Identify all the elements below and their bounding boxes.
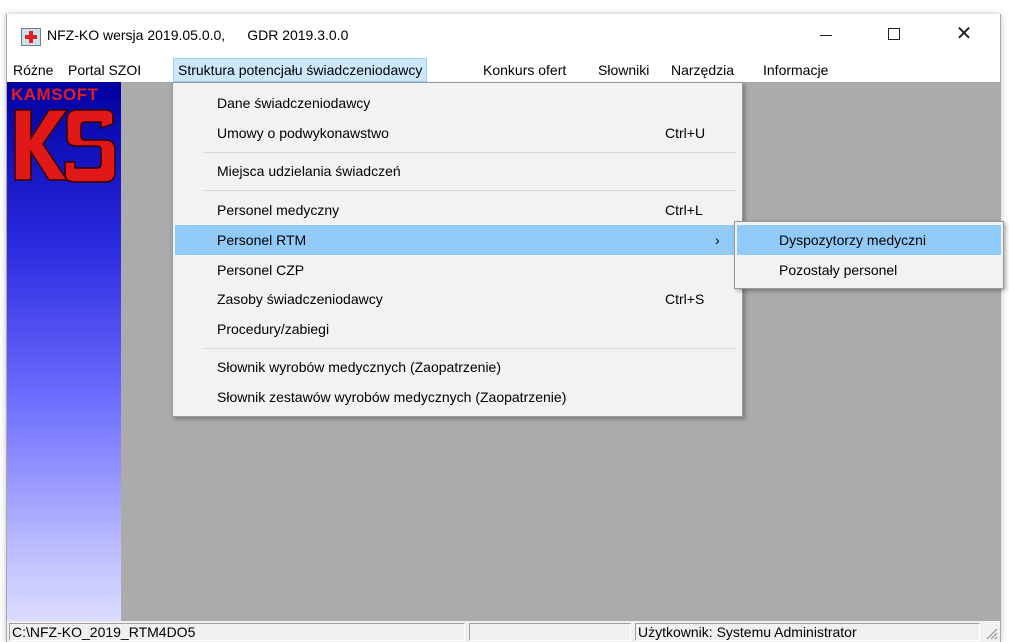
- title-bar: NFZ-KO wersja 2019.05.0.0, GDR 2019.3.0.0…: [7, 14, 1000, 58]
- menu-item-zasoby[interactable]: Zasoby świadczeniodawcy Ctrl+S: [175, 284, 740, 314]
- maximize-icon: [888, 28, 900, 40]
- status-user: Użytkownik: Systemu Administrator: [635, 623, 980, 641]
- close-icon: ✕: [955, 23, 973, 45]
- maximize-button[interactable]: [871, 14, 917, 54]
- menu-rozne[interactable]: Różne: [13, 58, 53, 82]
- submenu-personel-rtm: Dyspozytorzy medyczni Pozostały personel: [734, 221, 1004, 289]
- minimize-icon: [820, 35, 832, 36]
- window-title: NFZ-KO wersja 2019.05.0.0, GDR 2019.3.0.0: [47, 27, 348, 43]
- menu-item-label: Personel medyczny: [217, 202, 340, 218]
- menu-item-label: Słownik wyrobów medycznych (Zaopatrzenie…: [217, 359, 501, 375]
- menu-item-slownik-wyrobow[interactable]: Słownik wyrobów medycznych (Zaopatrzenie…: [175, 352, 740, 382]
- app-title: NFZ-KO wersja 2019.05.0.0,: [47, 27, 226, 43]
- menu-item-shortcut: Ctrl+S: [665, 291, 705, 307]
- menu-item-procedury[interactable]: Procedury/zabiegi: [175, 314, 740, 344]
- submenu-item-pozostaly[interactable]: Pozostały personel: [737, 255, 1001, 285]
- menu-struktura[interactable]: Struktura potencjału świadczeniodawcy: [173, 58, 428, 82]
- resize-grip-icon[interactable]: [984, 626, 998, 640]
- menu-item-label: Umowy o podwykonawstwo: [217, 125, 389, 141]
- minimize-button[interactable]: [803, 14, 849, 54]
- ks-logo-icon: [14, 109, 116, 183]
- menu-item-miejsca[interactable]: Miejsca udzielania świadczeń: [175, 156, 740, 186]
- menu-informacje[interactable]: Informacje: [763, 58, 828, 82]
- menu-separator: [203, 348, 736, 349]
- menu-separator: [203, 152, 736, 153]
- menu-narzedzia[interactable]: Narzędzia: [671, 58, 734, 82]
- submenu-item-dyspozytorzy[interactable]: Dyspozytorzy medyczni: [737, 225, 1001, 255]
- kamsoft-logo-text: KAMSOFT: [11, 85, 99, 104]
- menu-item-label: Personel RTM: [217, 232, 307, 248]
- menu-item-personel-rtm[interactable]: Personel RTM ›: [175, 225, 740, 255]
- menu-item-label: Zasoby świadczeniodawcy: [217, 291, 383, 307]
- status-path: C:\NFZ-KO_2019_RTM4DO5: [9, 623, 465, 641]
- menu-item-slownik-zestawow[interactable]: Słownik zestawów wyrobów medycznych (Zao…: [175, 382, 740, 412]
- menu-item-label: Dane świadczeniodawcy: [217, 95, 371, 111]
- menu-separator: [203, 190, 736, 191]
- submenu-item-label: Pozostały personel: [779, 262, 898, 278]
- menu-item-dane[interactable]: Dane świadczeniodawcy: [175, 88, 740, 118]
- menu-konkurs-ofert[interactable]: Konkurs ofert: [483, 58, 566, 82]
- menu-item-umowy[interactable]: Umowy o podwykonawstwo Ctrl+U: [175, 118, 740, 148]
- chevron-right-icon: ›: [715, 232, 720, 248]
- menu-item-personel-czp[interactable]: Personel CZP: [175, 255, 740, 285]
- menu-item-shortcut: Ctrl+U: [665, 125, 706, 141]
- menu-item-shortcut: Ctrl+L: [665, 202, 703, 218]
- menu-bar: Różne Portal SZOI Struktura potencjału ś…: [7, 58, 1000, 82]
- menu-slowniki[interactable]: Słowniki: [598, 58, 649, 82]
- close-button[interactable]: ✕: [941, 14, 987, 54]
- gdr-version: GDR 2019.3.0.0: [247, 27, 349, 43]
- menu-item-personel-medyczny[interactable]: Personel medyczny Ctrl+L: [175, 195, 740, 225]
- menu-item-label: Miejsca udzielania świadczeń: [217, 163, 401, 179]
- dropdown-struktura: Dane świadczeniodawcy Umowy o podwykonaw…: [172, 82, 743, 417]
- status-panel-empty: [469, 623, 631, 641]
- menu-item-label: Słownik zestawów wyrobów medycznych (Zao…: [217, 389, 567, 405]
- menu-portal-szoi[interactable]: Portal SZOI: [68, 58, 141, 82]
- submenu-item-label: Dyspozytorzy medyczni: [779, 232, 927, 248]
- kamsoft-sidebar: KAMSOFT: [7, 82, 121, 621]
- menu-item-label: Procedury/zabiegi: [217, 321, 330, 337]
- status-bar: C:\NFZ-KO_2019_RTM4DO5 Użytkownik: Syste…: [7, 621, 1000, 642]
- menu-item-label: Personel CZP: [217, 262, 305, 278]
- medical-cross-icon[interactable]: [21, 28, 41, 46]
